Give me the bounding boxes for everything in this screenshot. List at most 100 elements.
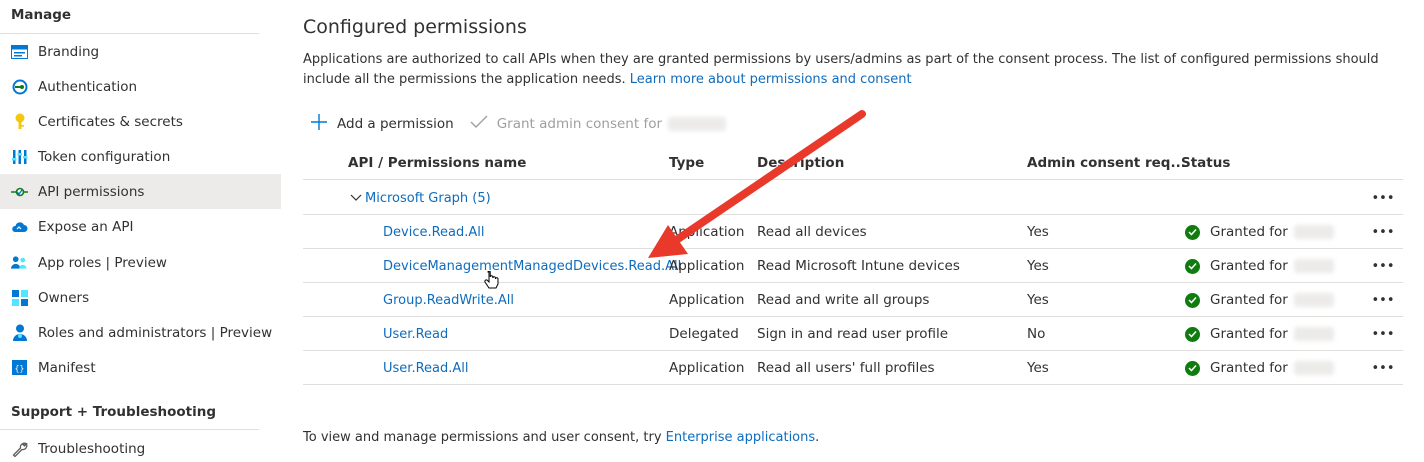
hand-cursor-icon xyxy=(484,271,499,289)
footer-text: To view and manage permissions and user … xyxy=(303,430,819,445)
more-icon: ••• xyxy=(1371,292,1395,308)
sidebar-item-label: API permissions xyxy=(38,183,145,200)
status-cell: Granted for xyxy=(1185,351,1334,385)
sidebar-item-branding[interactable]: Branding xyxy=(0,34,281,69)
cloud-icon xyxy=(11,218,28,235)
sidebar-item-label: Branding xyxy=(38,43,100,60)
status-text: Granted for xyxy=(1210,258,1288,274)
redacted-tenant-name xyxy=(1293,225,1334,239)
status-text: Granted for xyxy=(1210,224,1288,240)
sidebar-item-app-roles[interactable]: App roles | Preview xyxy=(0,245,281,280)
sidebar-item-label: Authentication xyxy=(38,78,138,95)
chevron-down-icon xyxy=(350,190,362,206)
learn-more-link[interactable]: Learn more about permissions and consent xyxy=(630,72,912,87)
column-header-api[interactable]: API / Permissions name xyxy=(348,146,526,180)
manage-header: Manage xyxy=(11,7,72,23)
status-cell: Granted for xyxy=(1185,215,1334,249)
page-title: Configured permissions xyxy=(303,16,527,38)
table-header: API / Permissions name Type Description … xyxy=(303,146,1403,180)
redacted-tenant-name xyxy=(1293,293,1334,307)
add-permission-button[interactable]: Add a permission xyxy=(310,113,454,135)
sidebar-item-label: Owners xyxy=(38,289,90,306)
manifest-icon: {} xyxy=(11,359,28,376)
sidebar-item-certificates[interactable]: Certificates & secrets xyxy=(0,104,281,139)
grant-admin-consent-button[interactable]: Grant admin consent for xyxy=(470,115,727,133)
sidebar-item-api-permissions[interactable]: API permissions xyxy=(0,174,281,209)
sidebar-item-token-configuration[interactable]: Token configuration xyxy=(0,139,281,174)
sidebar-item-troubleshooting[interactable]: Troubleshooting xyxy=(0,431,281,462)
permission-link[interactable]: Group.ReadWrite.All xyxy=(383,293,514,308)
main-content: Configured permissions Applications are … xyxy=(303,0,1424,462)
group-row: Microsoft Graph (5) ••• xyxy=(303,181,1403,215)
more-options-button[interactable]: ••• xyxy=(1371,351,1395,385)
sidebar-item-label: Token configuration xyxy=(38,148,171,165)
footer-message: To view and manage permissions and user … xyxy=(303,430,662,445)
permission-link[interactable]: User.Read xyxy=(383,327,448,342)
divider xyxy=(0,429,259,430)
more-options-button[interactable]: ••• xyxy=(1371,215,1395,249)
token-icon xyxy=(11,148,28,165)
admin-consent-cell: No xyxy=(1027,326,1046,342)
more-options-button[interactable]: ••• xyxy=(1371,249,1395,283)
more-options-button[interactable]: ••• xyxy=(1371,283,1395,317)
sidebar: Manage Branding Authentication Certifica… xyxy=(0,0,281,462)
status-cell: Granted for xyxy=(1185,249,1334,283)
check-circle-icon xyxy=(1185,258,1200,274)
description-cell: Read and write all groups xyxy=(757,292,930,308)
admin-consent-cell: Yes xyxy=(1027,258,1049,274)
check-circle-icon xyxy=(1185,360,1200,376)
footer-period: . xyxy=(815,430,820,445)
table-row: User.Read Delegated Sign in and read use… xyxy=(303,317,1403,351)
redacted-tenant-name xyxy=(1293,259,1334,273)
status-cell: Granted for xyxy=(1185,283,1334,317)
enterprise-applications-link[interactable]: Enterprise applications xyxy=(666,430,816,445)
more-options-button[interactable]: ••• xyxy=(1371,317,1395,351)
sidebar-item-owners[interactable]: Owners xyxy=(0,280,281,315)
type-cell: Application xyxy=(669,224,745,240)
sidebar-item-expose-api[interactable]: Expose an API xyxy=(0,209,281,244)
redacted-tenant-name xyxy=(668,117,727,131)
sidebar-item-label: Certificates & secrets xyxy=(38,113,183,130)
permission-link[interactable]: User.Read.All xyxy=(383,361,468,376)
app-roles-icon xyxy=(11,254,28,271)
key-icon xyxy=(11,113,28,130)
branding-icon xyxy=(11,43,28,60)
sidebar-item-manifest[interactable]: {} Manifest xyxy=(0,350,281,385)
table-row: DeviceManagementManagedDevices.Read.All … xyxy=(303,249,1403,283)
check-circle-icon xyxy=(1185,292,1200,308)
owners-icon xyxy=(11,289,28,306)
api-permissions-icon xyxy=(11,183,28,200)
description-cell: Read all devices xyxy=(757,224,867,240)
sidebar-item-roles-administrators[interactable]: Roles and administrators | Preview xyxy=(0,315,281,350)
redacted-tenant-name xyxy=(1293,361,1334,375)
sidebar-item-label: Roles and administrators | Preview xyxy=(38,324,273,341)
column-header-admin-consent[interactable]: Admin consent req... xyxy=(1027,146,1186,180)
type-cell: Application xyxy=(669,258,745,274)
status-text: Granted for xyxy=(1210,360,1288,376)
svg-text:{}: {} xyxy=(15,364,25,373)
status-cell: Granted for xyxy=(1185,317,1334,351)
table-row: Group.ReadWrite.All Application Read and… xyxy=(303,283,1403,317)
toolbar: Add a permission Grant admin consent for xyxy=(310,112,727,136)
sidebar-item-label: Manifest xyxy=(38,359,96,376)
plus-icon xyxy=(310,113,328,135)
checkmark-icon xyxy=(470,115,488,133)
column-header-description[interactable]: Description xyxy=(757,146,844,180)
check-circle-icon xyxy=(1185,326,1200,342)
group-toggle[interactable]: Microsoft Graph (5) xyxy=(350,181,491,215)
sidebar-item-label: App roles | Preview xyxy=(38,254,167,271)
sidebar-item-label: Expose an API xyxy=(38,218,134,235)
admin-consent-cell: Yes xyxy=(1027,224,1049,240)
permission-link[interactable]: DeviceManagementManagedDevices.Read.All xyxy=(383,259,681,274)
type-cell: Delegated xyxy=(669,326,739,342)
group-name[interactable]: Microsoft Graph (5) xyxy=(365,191,491,206)
permission-link[interactable]: Device.Read.All xyxy=(383,225,485,240)
grant-admin-consent-label: Grant admin consent for xyxy=(496,116,663,132)
description-cell: Sign in and read user profile xyxy=(757,326,949,342)
type-cell: Application xyxy=(669,360,745,376)
column-header-type[interactable]: Type xyxy=(669,146,704,180)
sidebar-item-authentication[interactable]: Authentication xyxy=(0,69,281,104)
more-options-button[interactable]: ••• xyxy=(1371,181,1395,215)
more-icon: ••• xyxy=(1371,224,1395,240)
column-header-status[interactable]: Status xyxy=(1181,146,1230,180)
